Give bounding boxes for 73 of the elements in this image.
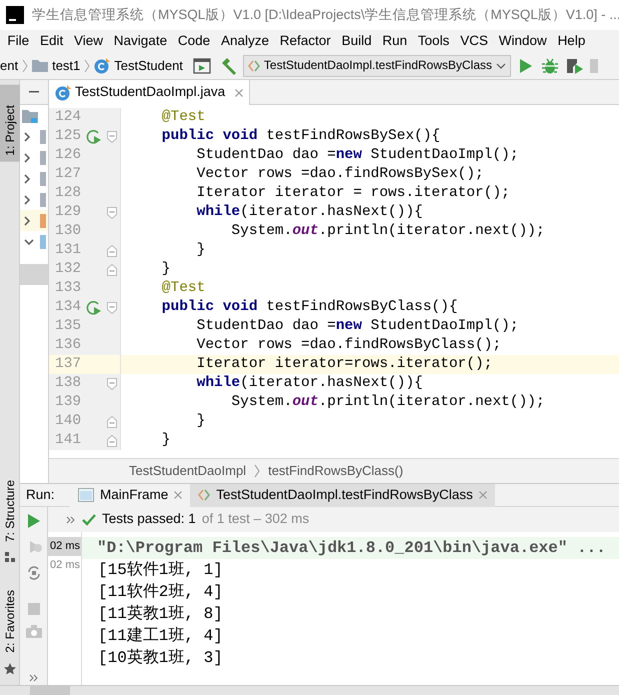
menu-item[interactable]: Edit	[34, 32, 69, 50]
menu-item[interactable]: Analyze	[216, 32, 274, 50]
code-line: Iterator iterator=rows.iterator();	[196, 356, 492, 374]
editor-tab[interactable]: TestStudentDaoImpl.java	[49, 80, 250, 105]
console-command: "D:\Program Files\Java\jdk1.8.0_201\bin\java.exe" ...	[82, 537, 619, 559]
menu-item[interactable]: Code	[172, 32, 216, 50]
code-line: }	[196, 242, 206, 260]
menu-item[interactable]: Window	[493, 32, 552, 50]
test-duration[interactable]: 02 ms	[48, 556, 81, 575]
code-line: Iterator iterator = rows.iterator();	[196, 184, 510, 202]
line-number: 128	[54, 184, 81, 202]
code-line: Vector rows =dao.findRowsBySex();	[196, 166, 484, 184]
line-number: 129	[54, 204, 81, 222]
console-output: [11软件2班, 4]	[97, 582, 224, 603]
code-line: }	[160, 432, 171, 450]
menu-item[interactable]: View	[68, 32, 108, 50]
console-output: [15软件1班, 1]	[97, 560, 224, 581]
line-number: 127	[54, 166, 81, 184]
run-config-label: TestStudentDaoImpl.testFindRowsByClass	[264, 58, 492, 73]
line-number: 137	[54, 356, 81, 374]
console-output: [11英教1班, 8]	[97, 604, 224, 625]
menu-item[interactable]: Refactor	[274, 32, 336, 50]
test-summary: of 1 test – 302 ms	[202, 511, 310, 528]
line-number: 138	[54, 374, 81, 392]
code-line: while(iterator.hasNext()){	[196, 204, 423, 222]
test-duration[interactable]: 02 ms	[48, 537, 81, 556]
line-number: 124	[54, 108, 81, 126]
code-line: StudentDao dao =new StudentDaoImpl();	[196, 318, 519, 336]
line-number: 131	[54, 242, 81, 260]
code-line: public void testFindRowsBySex(){	[160, 128, 440, 146]
line-number: 133	[54, 280, 81, 298]
menu-item[interactable]: Navigate	[108, 32, 172, 50]
tool-window-tab[interactable]: 2: Favorites	[0, 584, 20, 659]
code-line: System.out.println(iterator.next());	[230, 394, 545, 412]
line-number: 132	[54, 260, 81, 278]
run-config-dropdown[interactable]: TestStudentDaoImpl.testFindRowsByClass	[242, 54, 512, 76]
code-line: }	[196, 412, 206, 430]
test-status: Tests passed: 1	[102, 511, 196, 528]
panel-label: Run:	[25, 486, 56, 504]
menu-item[interactable]: Help	[552, 32, 591, 50]
window-title: 学生信息管理系统（MYSQL版）V1.0 [D:\IdeaProjects\学生信息管理系统（MYSQL版）V1.0] - ...	[32, 6, 619, 24]
code-line: System.out.println(iterator.next());	[230, 222, 545, 240]
menu-item[interactable]: Tools	[412, 32, 455, 50]
menu-item[interactable]: Run	[376, 32, 413, 50]
line-number: 139	[54, 394, 81, 412]
breadcrumb[interactable]: testFindRowsByClass()	[268, 463, 404, 479]
line-number: 136	[54, 336, 81, 354]
code-line: public void testFindRowsByClass(){	[160, 298, 458, 316]
tool-window-tab[interactable]: 7: Structure	[0, 474, 20, 548]
code-line: Vector rows =dao.findRowsByClass();	[196, 336, 502, 354]
line-number: 125	[54, 128, 81, 146]
line-number: 140	[54, 412, 81, 430]
code-line: while(iterator.hasNext()){	[196, 374, 423, 392]
run-tab[interactable]: TestStudentDaoImpl.testFindRowsByClass	[190, 484, 495, 506]
menu-item[interactable]: File	[2, 32, 35, 50]
code-line: StudentDao dao =new StudentDaoImpl();	[196, 146, 519, 164]
breadcrumb[interactable]: TestStudentDaoImpl	[129, 463, 246, 479]
code-line: @Test	[160, 280, 206, 298]
breadcrumb[interactable]: ent	[0, 58, 18, 74]
line-number: 135	[54, 318, 81, 336]
code-line: }	[160, 260, 171, 278]
line-number: 126	[54, 146, 81, 164]
breadcrumb[interactable]: test1	[32, 58, 80, 74]
line-number: 134	[54, 298, 81, 316]
tool-window-tab[interactable]: 1: Project	[0, 85, 20, 162]
menu-item[interactable]: Build	[336, 32, 377, 50]
breadcrumb[interactable]: TestStudent	[94, 58, 183, 74]
code-line: @Test	[160, 108, 206, 126]
menu-item[interactable]: VCS	[454, 32, 494, 50]
console-output: [10英教1班, 3]	[97, 648, 224, 669]
console-output: [11建工1班, 4]	[97, 626, 224, 647]
line-number: 141	[54, 432, 81, 450]
line-number: 130	[54, 222, 81, 240]
